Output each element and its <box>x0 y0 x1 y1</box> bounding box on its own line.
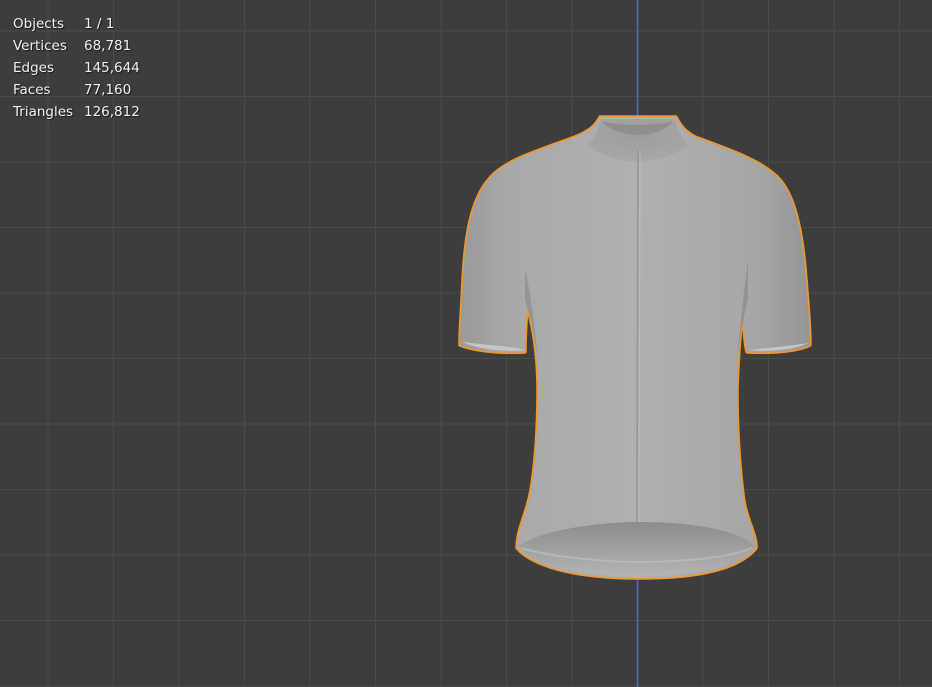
scene-statistics-overlay: Objects 1 / 1 Vertices 68,781 Edges 145,… <box>13 13 140 123</box>
stat-label: Triangles <box>13 104 74 120</box>
stat-edges: Edges 145,644 <box>13 57 140 79</box>
stat-value: 1 / 1 <box>84 16 115 32</box>
stat-faces: Faces 77,160 <box>13 79 140 101</box>
jersey-body <box>460 117 810 578</box>
stat-label: Vertices <box>13 38 67 54</box>
stat-vertices: Vertices 68,781 <box>13 35 140 57</box>
stat-objects: Objects 1 / 1 <box>13 13 140 35</box>
stat-value: 145,644 <box>84 60 140 76</box>
stat-triangles: Triangles 126,812 <box>13 101 140 123</box>
stat-label: Edges <box>13 60 55 76</box>
stat-label: Faces <box>13 82 51 98</box>
stat-value: 126,812 <box>84 104 140 120</box>
stat-value: 77,160 <box>84 82 132 98</box>
zipper-seam <box>636 149 639 523</box>
stat-label: Objects <box>13 16 65 32</box>
3d-viewport[interactable]: Objects 1 / 1 Vertices 68,781 Edges 145,… <box>0 0 932 687</box>
stat-value: 68,781 <box>84 38 132 54</box>
